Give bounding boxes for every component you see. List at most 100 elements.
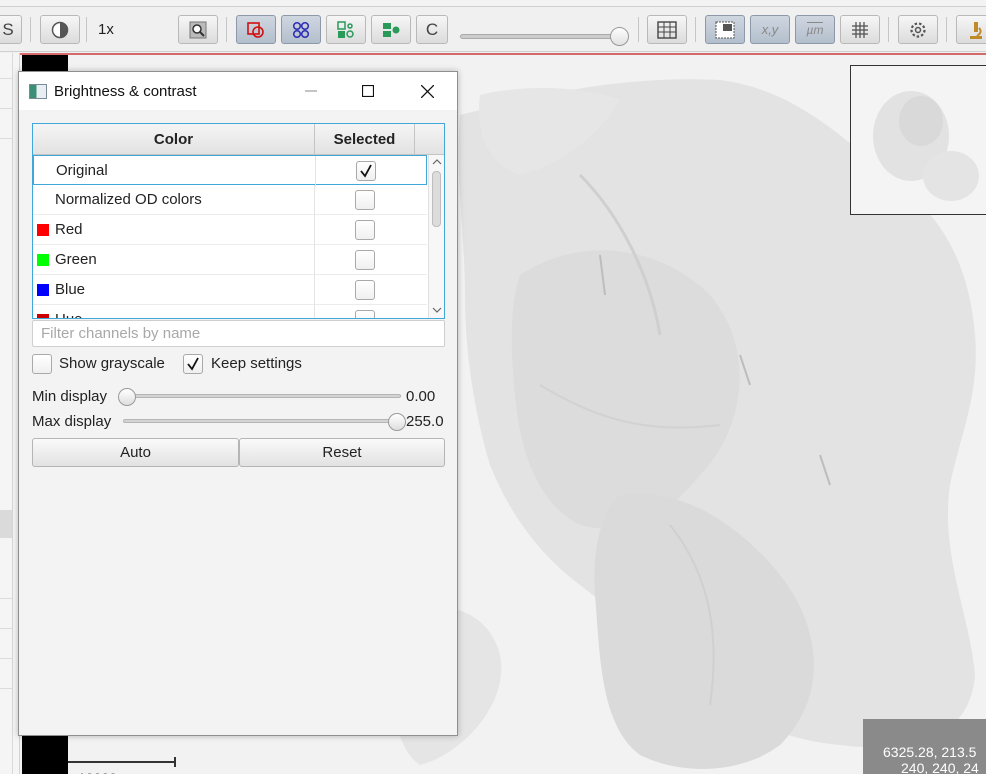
scale-bar-label: 10000 xyxy=(78,770,117,774)
measurement-table-button[interactable] xyxy=(647,15,687,44)
channel-name: Red xyxy=(55,221,83,238)
show-grayscale-label: Show grayscale xyxy=(59,355,165,372)
left-panel-divider xyxy=(12,53,13,774)
brightness-contrast-button[interactable] xyxy=(40,15,80,44)
scroll-down-icon xyxy=(432,307,442,313)
cell-divider xyxy=(315,156,316,186)
opacity-slider-track[interactable] xyxy=(460,34,628,39)
max-display-value: 255.0 xyxy=(406,413,444,430)
table-row[interactable]: Blue xyxy=(33,275,427,305)
table-header: Color Selected xyxy=(33,124,444,155)
filter-channels-input[interactable] xyxy=(32,320,445,347)
detections-button[interactable] xyxy=(371,15,411,44)
classification-button[interactable] xyxy=(326,15,366,44)
toolbar-separator xyxy=(638,17,639,42)
max-display-slider-thumb[interactable] xyxy=(388,413,406,431)
max-display-label: Max display xyxy=(32,413,112,430)
color-swatch xyxy=(37,224,49,236)
zoom-to-fit-button[interactable] xyxy=(178,15,218,44)
app-icon xyxy=(29,84,47,99)
points-button[interactable] xyxy=(281,15,321,44)
cursor-coordinates: 6325.28, 213.5 xyxy=(883,744,977,760)
maximize-button[interactable] xyxy=(342,72,394,110)
overview-button[interactable] xyxy=(705,15,745,44)
toolbar-separator xyxy=(30,17,31,42)
microscope-icon xyxy=(970,21,982,39)
show-grayscale-checkbox[interactable] xyxy=(32,354,52,374)
channel-checkbox-blue[interactable] xyxy=(355,280,375,300)
zoom-level: 1x xyxy=(98,21,114,38)
cell-divider xyxy=(314,215,315,245)
cursor-info-box: 6325.28, 213.5 240, 240, 24 xyxy=(863,719,986,774)
table-row[interactable]: Hue xyxy=(33,305,427,318)
minimize-icon xyxy=(305,90,317,92)
toolbar-separator xyxy=(86,17,87,42)
thumbnail-image xyxy=(873,91,979,201)
channel-name: Hue xyxy=(55,311,83,318)
detect-icon xyxy=(383,22,400,37)
maximize-icon xyxy=(362,85,374,97)
microscope-button[interactable] xyxy=(956,15,986,44)
list-separator xyxy=(0,138,12,139)
min-display-label: Min display xyxy=(32,388,108,405)
channel-checkbox-red[interactable] xyxy=(355,220,375,240)
cursor-pixel-values: 240, 240, 24 xyxy=(901,760,979,774)
min-display-value: 0.00 xyxy=(406,388,436,405)
overview-icon xyxy=(715,21,735,38)
reset-button[interactable]: Reset xyxy=(239,438,445,467)
dialog-title: Brightness & contrast xyxy=(54,83,197,100)
checkmark-icon xyxy=(360,164,372,178)
channel-checkbox-green[interactable] xyxy=(355,250,375,270)
grid-icon xyxy=(852,21,868,38)
table-row[interactable]: Red xyxy=(33,215,427,245)
column-header-color[interactable]: Color xyxy=(33,124,315,155)
channel-checkbox-original[interactable] xyxy=(356,161,376,181)
list-separator xyxy=(0,108,12,109)
dialog-titlebar[interactable]: Brightness & contrast xyxy=(19,72,457,110)
channel-name: Green xyxy=(55,251,97,268)
preferences-button[interactable] xyxy=(898,15,938,44)
list-separator xyxy=(0,78,12,79)
list-separator xyxy=(0,658,12,659)
table-row[interactable]: Original xyxy=(33,155,427,186)
cell-divider xyxy=(314,305,315,318)
close-button[interactable] xyxy=(401,72,453,110)
c-button-label: C xyxy=(425,19,439,39)
tool-button-partial-label: S xyxy=(2,19,14,39)
overview-thumbnail[interactable] xyxy=(850,65,986,215)
scalebar-button[interactable]: µm xyxy=(795,15,835,44)
channel-checkbox-normalized[interactable] xyxy=(355,190,375,210)
table-scrollbar[interactable] xyxy=(428,155,444,318)
color-swatch xyxy=(37,314,49,318)
main-toolbar: S 1x C x,y µm xyxy=(0,7,986,52)
minimize-button[interactable] xyxy=(285,72,337,110)
channel-checkbox-hue[interactable] xyxy=(355,310,375,318)
gear-icon xyxy=(910,21,926,38)
auto-button[interactable]: Auto xyxy=(32,438,239,467)
brightness-contrast-dialog: Brightness & contrast Color Selected Ori… xyxy=(18,71,458,736)
annotations-button[interactable] xyxy=(236,15,276,44)
scalebar-label: µm xyxy=(806,22,824,37)
scrollbar-thumb[interactable] xyxy=(432,171,441,227)
close-icon xyxy=(420,84,434,98)
table-row[interactable]: Green xyxy=(33,245,427,275)
show-coordinates-button[interactable]: x,y xyxy=(750,15,790,44)
max-display-slider[interactable] xyxy=(123,419,401,423)
checkmark-icon xyxy=(187,357,199,371)
list-separator xyxy=(0,628,12,629)
cell-divider xyxy=(314,275,315,305)
cell-divider xyxy=(314,245,315,275)
keep-settings-checkbox[interactable] xyxy=(183,354,203,374)
scroll-up-icon xyxy=(432,159,442,165)
min-display-slider[interactable] xyxy=(123,394,401,398)
column-header-selected[interactable]: Selected xyxy=(315,124,415,155)
table-row[interactable]: Normalized OD colors xyxy=(33,185,427,215)
min-display-slider-thumb[interactable] xyxy=(118,388,136,406)
selected-list-item[interactable] xyxy=(0,510,12,538)
c-button[interactable]: C xyxy=(416,15,448,44)
grid-button[interactable] xyxy=(840,15,880,44)
table-icon xyxy=(657,20,677,39)
color-swatch xyxy=(37,284,49,296)
opacity-slider-thumb[interactable] xyxy=(610,27,629,46)
tool-button-partial[interactable]: S xyxy=(0,15,22,44)
